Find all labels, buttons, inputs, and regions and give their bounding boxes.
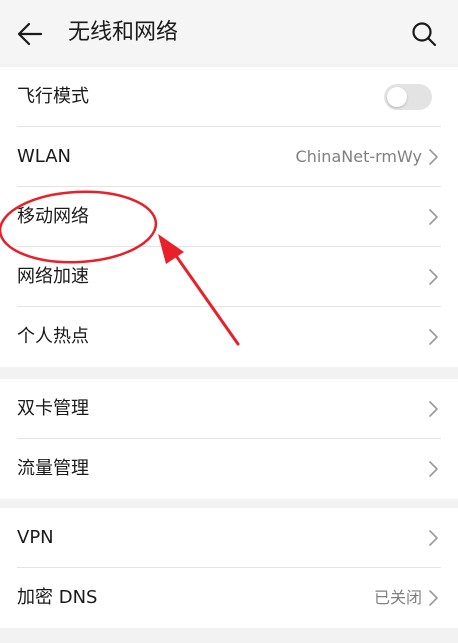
encrypted-dns-row[interactable]: 加密 DNS 已关闭	[0, 568, 458, 628]
app-bar: 无线和网络	[0, 0, 458, 64]
encrypted-dns-status: 已关闭	[373, 588, 422, 607]
dual-sim-label: 双卡管理	[17, 398, 89, 419]
mobile-network-row[interactable]: 移动网络	[0, 187, 458, 247]
chevron-right-icon	[429, 149, 438, 165]
airplane-mode-row[interactable]: 飞行模式	[0, 67, 458, 127]
network-acceleration-row[interactable]: 网络加速	[0, 247, 458, 307]
toggle-knob	[387, 87, 407, 107]
data-usage-label: 流量管理	[17, 458, 89, 479]
settings-screen: 无线和网络 飞行模式 WLAN ChinaNet-rmWy 移动网络 网络加速 …	[0, 0, 458, 643]
settings-group-security: VPN 加密 DNS 已关闭	[0, 508, 458, 628]
chevron-right-icon	[429, 329, 438, 345]
chevron-right-icon	[429, 401, 438, 417]
settings-group-network: 飞行模式 WLAN ChinaNet-rmWy 移动网络 网络加速 个人热点	[0, 67, 458, 367]
encrypted-dns-label: 加密 DNS	[17, 587, 98, 608]
wlan-label: WLAN	[17, 146, 72, 167]
airplane-mode-label: 飞行模式	[17, 86, 89, 107]
chevron-right-icon	[429, 209, 438, 225]
chevron-right-icon	[429, 269, 438, 285]
wlan-row[interactable]: WLAN ChinaNet-rmWy	[0, 127, 458, 187]
page-title: 无线和网络	[68, 20, 179, 45]
chevron-right-icon	[429, 590, 438, 606]
chevron-right-icon	[429, 461, 438, 477]
personal-hotspot-label: 个人热点	[17, 326, 89, 347]
airplane-mode-toggle[interactable]	[384, 84, 432, 110]
personal-hotspot-row[interactable]: 个人热点	[0, 307, 458, 367]
search-icon	[412, 22, 437, 47]
back-button[interactable]	[10, 14, 50, 54]
mobile-network-label: 移动网络	[17, 206, 89, 227]
chevron-right-icon	[429, 530, 438, 546]
arrow-left-icon	[17, 22, 43, 46]
dual-sim-row[interactable]: 双卡管理	[0, 379, 458, 439]
search-button[interactable]	[404, 14, 444, 54]
vpn-label: VPN	[17, 527, 54, 548]
data-usage-row[interactable]: 流量管理	[0, 439, 458, 499]
network-acceleration-label: 网络加速	[17, 266, 89, 287]
vpn-row[interactable]: VPN	[0, 508, 458, 568]
settings-group-sim: 双卡管理 流量管理	[0, 379, 458, 499]
wlan-network-name: ChinaNet-rmWy	[295, 147, 422, 166]
